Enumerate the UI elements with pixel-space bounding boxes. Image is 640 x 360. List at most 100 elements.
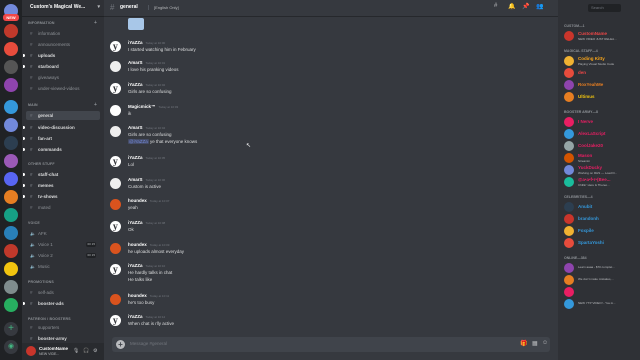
category-main[interactable]: MAIN + [28, 102, 97, 108]
server-icon[interactable] [4, 172, 18, 186]
author-name[interactable]: AmarS [128, 125, 143, 130]
explore-icon[interactable]: ◉ [4, 340, 18, 354]
channel-supporters[interactable]: # supporters [26, 323, 100, 332]
message-author[interactable]: iYaZZa Today at 10:00 [128, 40, 165, 45]
gear-icon[interactable]: ⚙ [93, 348, 97, 354]
server-icon[interactable] [4, 118, 18, 132]
emoji-icon[interactable]: ☺ [542, 340, 548, 346]
channel-fan-art[interactable]: # fan-art [23, 134, 100, 143]
pin-icon[interactable]: 📌 [522, 3, 529, 10]
channel-muted[interactable]: # muted [26, 203, 100, 212]
message-author[interactable]: iYaZZa Today at 10:02 [128, 82, 165, 87]
server-icon[interactable] [4, 226, 18, 240]
avatar[interactable] [110, 315, 121, 326]
author-name[interactable]: iYaZZa [128, 82, 143, 87]
voice-channel-music[interactable]: 🔈 Music [26, 262, 100, 271]
server-icon[interactable] [4, 78, 18, 92]
member-item[interactable]: CoolJake20 [564, 141, 638, 152]
member-item[interactable]: AlexLaScript [564, 129, 638, 140]
message-author[interactable]: houndex Today at 10:09 [128, 242, 169, 247]
server-icon[interactable] [4, 42, 18, 56]
member-item[interactable]: CustomName NEW VIDEO JUST RELEA... [564, 31, 638, 42]
author-name[interactable]: iYaZZa [128, 314, 143, 319]
member-item[interactable]: SpartaYoshi [564, 238, 638, 249]
member-item[interactable]: I Nerve [564, 117, 638, 128]
author-name[interactable]: iYaZZa [128, 40, 143, 45]
add-channel-icon[interactable]: + [94, 102, 97, 108]
avatar[interactable] [110, 156, 121, 167]
server-header[interactable]: Custom's Magical We... ▾ [22, 0, 104, 17]
server-icon[interactable] [4, 136, 18, 150]
category-information[interactable]: INFORMATION + [28, 20, 97, 26]
message-author[interactable]: AmarS Today at 10:01 [128, 60, 165, 65]
author-name[interactable]: houndex [128, 242, 147, 247]
server-icon[interactable] [4, 280, 18, 294]
avatar[interactable] [110, 41, 121, 52]
channel-information[interactable]: # information [26, 29, 100, 38]
server-icon[interactable] [4, 298, 18, 312]
server-icon[interactable] [4, 244, 18, 258]
members-icon[interactable]: 👥 [536, 3, 543, 10]
avatar[interactable] [110, 221, 121, 232]
member-item[interactable]: We don't make mistakes,... [564, 275, 638, 286]
avatar[interactable] [110, 199, 121, 210]
author-name[interactable]: AmarS [128, 177, 143, 182]
member-item[interactable]: NEW YTP VIDEO! - You A... [564, 299, 638, 310]
channel-memes[interactable]: # memes [23, 181, 100, 190]
member-item[interactable]: @a•a•f•r•(Bee... Chillin' Here & Thereo..… [564, 177, 638, 188]
attachment-image[interactable] [128, 18, 144, 30]
server-icon[interactable] [4, 60, 18, 74]
add-channel-icon[interactable]: + [94, 20, 97, 26]
message-author[interactable]: AmarS Today at 10:04 [128, 125, 165, 130]
category-voice[interactable]: VOICE [28, 221, 40, 225]
member-item[interactable]: Foxpile [564, 226, 638, 237]
message-author[interactable]: iYaZZa Today at 10:10 [128, 263, 165, 268]
channel-general[interactable]: # general [26, 111, 100, 120]
message-author[interactable]: iYaZZa Today at 10:08 [128, 220, 165, 225]
channel-giveaways[interactable]: # giveaways [26, 73, 100, 82]
avatar[interactable] [110, 126, 121, 137]
avatar[interactable] [26, 346, 36, 356]
message-author[interactable]: houndex Today at 10:11 [128, 293, 169, 298]
avatar[interactable] [110, 294, 121, 305]
category-promotions[interactable]: PROMOTIONS [28, 280, 54, 284]
author-name[interactable]: Magicmick™ [128, 104, 156, 109]
member-item[interactable]: Coding Kitty Playing Visual Studio Code [564, 56, 638, 67]
member-item[interactable]: brandonh [564, 214, 638, 225]
channel-commands[interactable]: # commands [23, 145, 100, 154]
server-icon[interactable] [4, 208, 18, 222]
category-other-stuff[interactable]: OTHER STUFF [28, 162, 55, 166]
avatar[interactable] [110, 83, 121, 94]
voice-channel-afk[interactable]: 🔈 AFK [26, 229, 100, 238]
message-author[interactable]: houndex Today at 10:07 [128, 198, 169, 203]
channel-under-viewed-videos[interactable]: # under-viewed-videos [26, 84, 100, 93]
category-patreon[interactable]: PATREON / BOOSTERS [28, 317, 71, 321]
member-item[interactable]: den [564, 68, 638, 79]
avatar[interactable] [110, 105, 121, 116]
message-author[interactable]: Magicmick™ Today at 10:03 [128, 104, 178, 109]
author-name[interactable]: houndex [128, 198, 147, 203]
channel-staff-chat[interactable]: # staff-chat [23, 170, 100, 179]
member-item[interactable] [564, 287, 638, 298]
voice-channel-1[interactable]: 🔈 Voice 1 00 15 [26, 240, 100, 249]
channel-starboard[interactable]: # starboard [23, 62, 100, 71]
avatar[interactable] [110, 243, 121, 254]
server-icon[interactable] [4, 154, 18, 168]
message-input[interactable]: Message #general [130, 341, 167, 346]
avatar[interactable] [110, 178, 121, 189]
add-server-icon[interactable]: + [4, 322, 18, 336]
voice-channel-2[interactable]: 🔈 Voice 2 00 15 [26, 251, 100, 260]
server-icon[interactable] [4, 100, 18, 114]
threads-icon[interactable]: # [494, 3, 497, 9]
author-name[interactable]: iYaZZa [128, 155, 143, 160]
member-item[interactable]: Ultimus [564, 92, 638, 103]
message-author[interactable]: AmarS Today at 10:06 [128, 177, 165, 182]
message-author[interactable]: iYaZZa Today at 10:05 [128, 155, 165, 160]
search-input[interactable]: Search [588, 4, 621, 12]
headphones-icon[interactable]: 🎧 [83, 348, 89, 354]
member-item[interactable]: YuckDucky Working on RHS — Load D... [564, 165, 638, 176]
bell-icon[interactable]: 🔔 [508, 3, 515, 10]
member-item[interactable]: Anubit [564, 202, 638, 213]
member-item[interactable]: RoxYeahMe [564, 80, 638, 91]
author-name[interactable]: iYaZZa [128, 263, 143, 268]
